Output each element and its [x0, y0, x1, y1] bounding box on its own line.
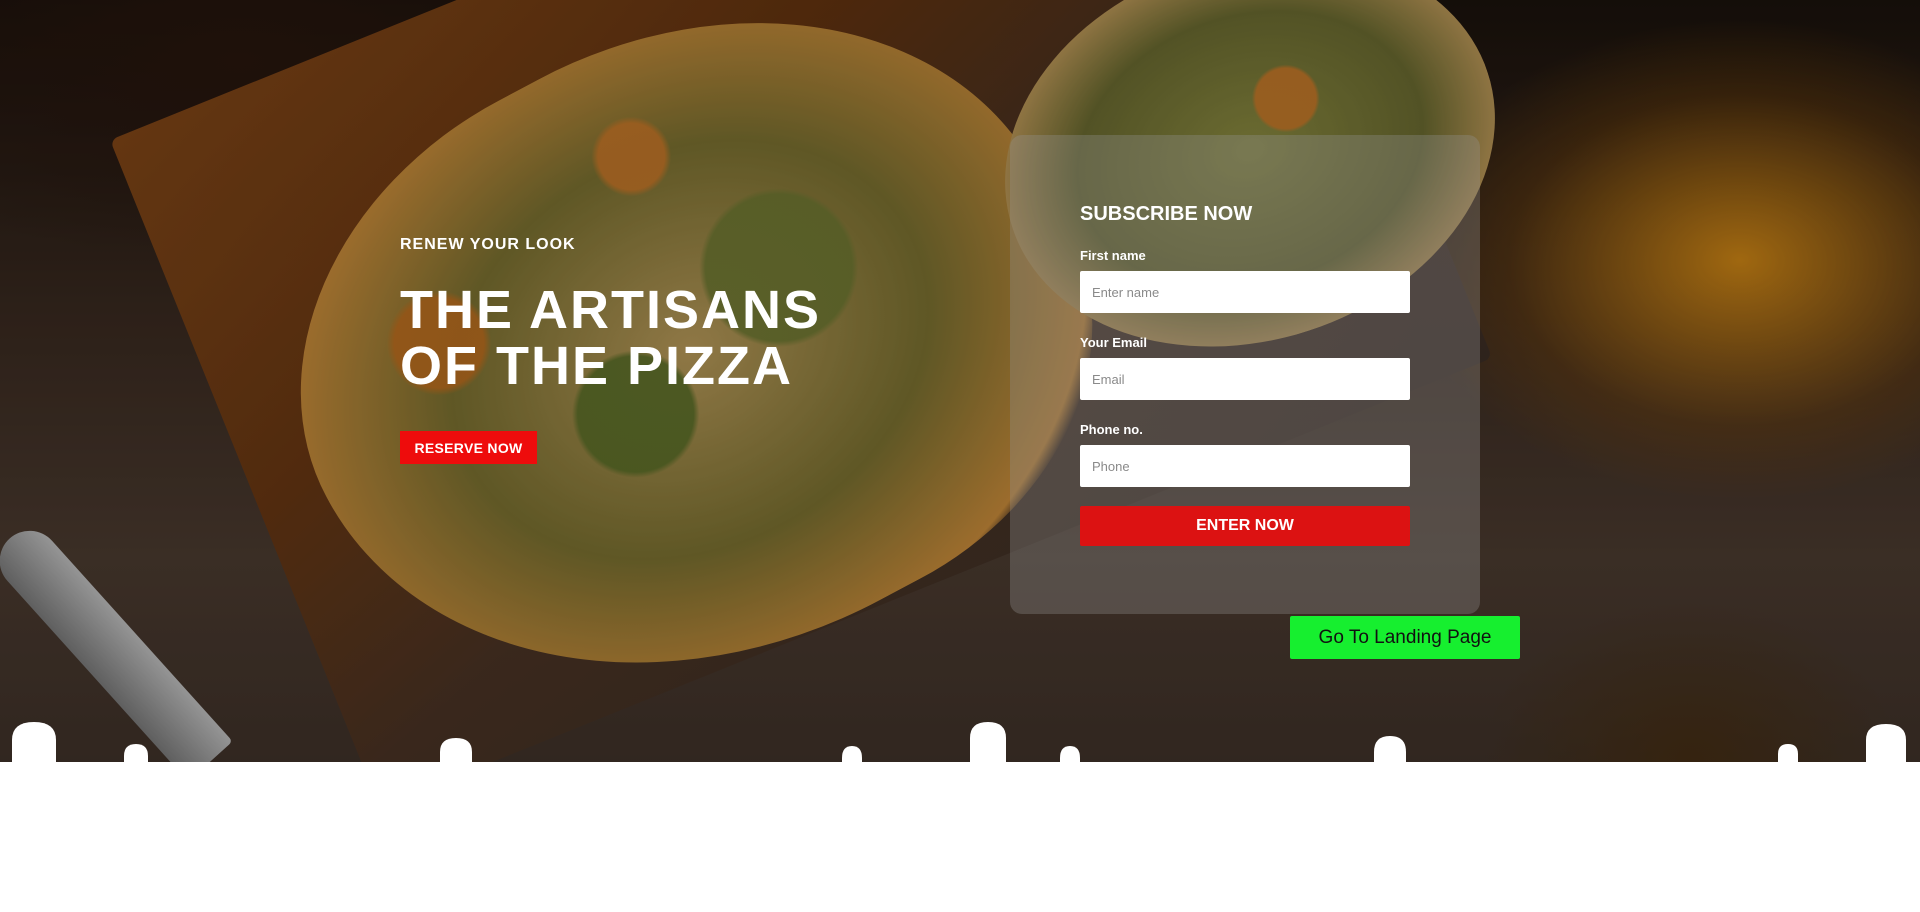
hero-dim-overlay: [0, 0, 1920, 796]
first-name-input[interactable]: [1080, 271, 1410, 313]
drip-divider: [0, 722, 1920, 796]
email-label: Your Email: [1080, 335, 1147, 350]
go-to-landing-page-button[interactable]: Go To Landing Page: [1290, 616, 1520, 659]
phone-input[interactable]: [1080, 445, 1410, 487]
hero-background: [0, 0, 1920, 796]
subscribe-title: SUBSCRIBE NOW: [1080, 203, 1253, 225]
email-input[interactable]: [1080, 358, 1410, 400]
first-name-label: First name: [1080, 248, 1146, 263]
reserve-now-button[interactable]: RESERVE NOW: [400, 431, 537, 464]
phone-label: Phone no.: [1080, 422, 1143, 437]
hero-tagline: RENEW YOUR LOOK: [400, 236, 576, 253]
hero-headline: THE ARTISANS OF THE PIZZA: [400, 280, 822, 396]
subscribe-form: SUBSCRIBE NOW First name Your Email Phon…: [1010, 135, 1480, 614]
page: RENEW YOUR LOOK THE ARTISANS OF THE PIZZ…: [0, 0, 1920, 912]
enter-now-button[interactable]: ENTER NOW: [1080, 506, 1410, 546]
